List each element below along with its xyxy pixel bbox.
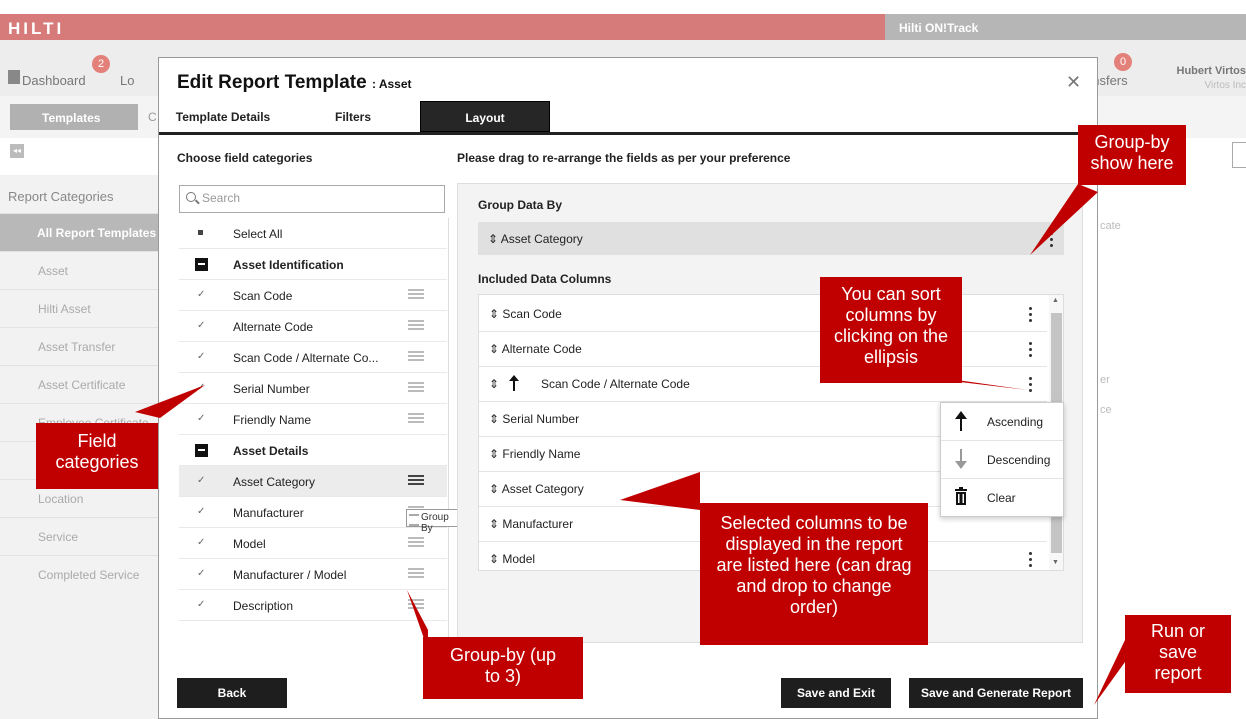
callout-group-by-show: Group-by show here <box>1078 125 1186 185</box>
callout-group-by-up-to: Group-by (up to 3) <box>423 637 583 699</box>
callout-run-or-save: Run or save report <box>1125 615 1231 693</box>
callout-field-categories: Field categories <box>36 423 158 489</box>
callout-sort-columns: You can sort columns by clicking on the … <box>820 277 962 383</box>
callout-pointers <box>135 184 1125 705</box>
callout-selected-columns: Selected columns to be displayed in the … <box>700 503 928 645</box>
